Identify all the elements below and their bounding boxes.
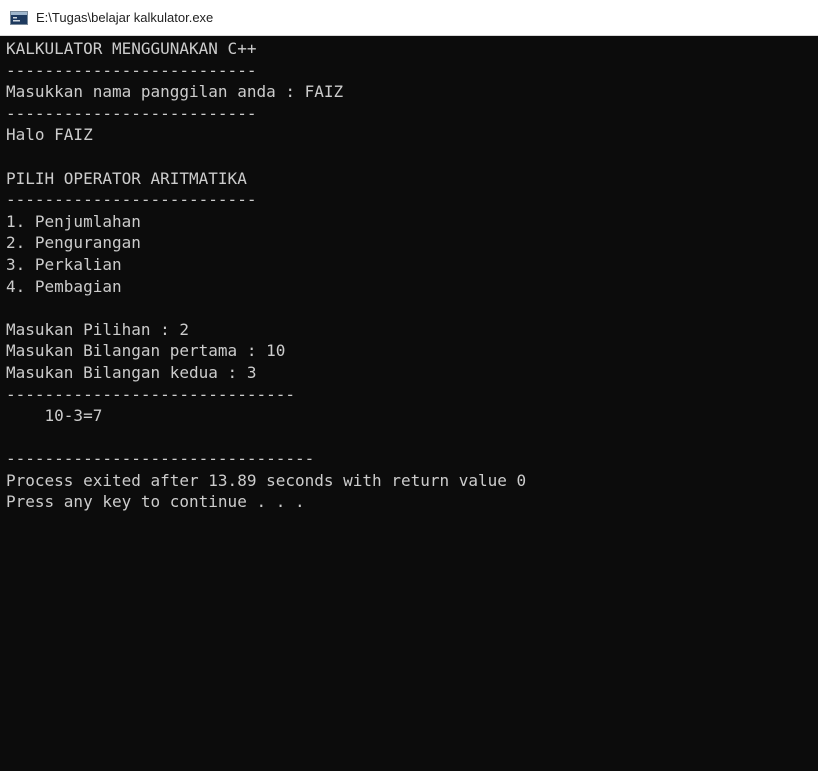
console-line: PILIH OPERATOR ARITMATIKA: [6, 168, 247, 188]
console-line: Press any key to continue . . .: [6, 492, 305, 512]
console-line: 4. Pembagian: [6, 276, 122, 296]
console-line: Masukan Bilangan pertama : 10: [6, 341, 286, 361]
console-window[interactable]: E:\Tugas\belajar kalkulator.exe KALKULAT…: [0, 0, 818, 771]
console-line: --------------------------------: [6, 449, 315, 469]
console-line: --------------------------: [6, 190, 257, 210]
console-line: --------------------------: [6, 60, 257, 80]
title-bar[interactable]: E:\Tugas\belajar kalkulator.exe: [0, 0, 818, 36]
console-line: Masukan Bilangan kedua : 3: [6, 362, 257, 382]
console-line: Process exited after 13.89 seconds with …: [6, 470, 527, 490]
console-line: --------------------------: [6, 103, 257, 123]
console-line: 10-3=7: [6, 406, 103, 426]
console-line: Masukkan nama panggilan anda : FAIZ: [6, 82, 344, 102]
console-app-icon: [10, 10, 28, 25]
console-line: 1. Penjumlahan: [6, 211, 141, 231]
console-line: Halo FAIZ: [6, 125, 93, 145]
window-title: E:\Tugas\belajar kalkulator.exe: [36, 10, 214, 25]
console-line: 3. Perkalian: [6, 254, 122, 274]
console-output[interactable]: KALKULATOR MENGGUNAKAN C++ -------------…: [0, 36, 818, 771]
console-line: KALKULATOR MENGGUNAKAN C++: [6, 39, 257, 58]
console-line: 2. Pengurangan: [6, 233, 141, 253]
console-line: Masukan Pilihan : 2: [6, 319, 190, 339]
console-line: ------------------------------: [6, 384, 295, 404]
